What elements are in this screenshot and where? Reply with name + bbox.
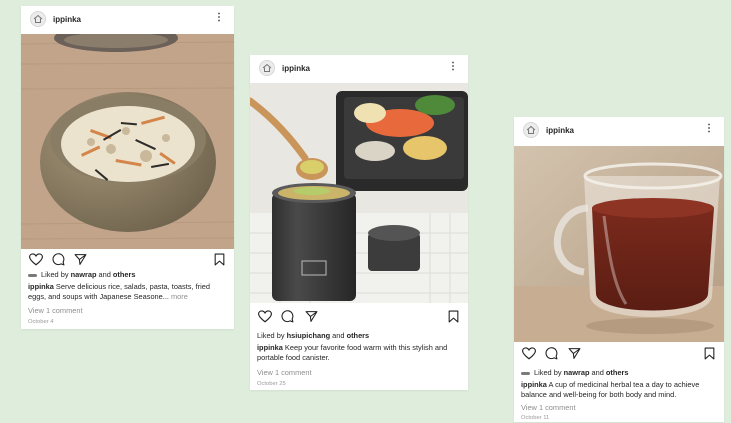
house-logo-icon [526, 125, 536, 134]
liked-user-link[interactable]: nawrap [71, 270, 97, 279]
likes-line: Liked by hsiupichang and others [257, 331, 462, 341]
bookmark-icon[interactable] [448, 310, 459, 323]
post-image[interactable] [514, 146, 724, 342]
post-image[interactable] [21, 34, 234, 249]
post-username[interactable]: ippinka [282, 64, 310, 73]
more-icon[interactable]: ⋮ [704, 122, 714, 136]
post-date: October 25 [257, 381, 286, 387]
post-date: October 4 [28, 319, 54, 325]
post-username[interactable]: ippinka [53, 15, 81, 24]
post-actions [514, 344, 724, 362]
caption-text: Keep your favorite food warm with this s… [257, 343, 448, 362]
avatar[interactable] [523, 122, 539, 138]
bookmark-icon[interactable] [214, 253, 225, 266]
avatar[interactable] [259, 60, 275, 76]
post-date: October 11 [521, 415, 550, 421]
post-actions [21, 250, 234, 268]
likes-line: Liked by nawrap and others [28, 270, 228, 280]
view-comments-link[interactable]: View 1 comment [521, 403, 718, 413]
more-icon[interactable]: ⋮ [448, 60, 458, 74]
liker-avatar-icon [28, 273, 37, 277]
caption-username[interactable]: ippinka [521, 380, 547, 389]
liked-prefix: Liked by [41, 270, 71, 279]
liked-prefix: Liked by [534, 368, 564, 377]
liked-mid: and [330, 331, 347, 340]
comment-icon[interactable] [545, 347, 558, 360]
caption: ippinka Serve delicious rice, salads, pa… [28, 282, 228, 301]
more-link[interactable]: more [169, 292, 188, 301]
house-logo-icon [262, 63, 272, 72]
heart-icon[interactable] [29, 253, 43, 266]
liked-user-link[interactable]: nawrap [564, 368, 590, 377]
post-username[interactable]: ippinka [546, 126, 574, 135]
heart-icon[interactable] [522, 347, 536, 360]
more-icon[interactable]: ⋮ [214, 11, 224, 25]
liked-mid: and [96, 270, 113, 279]
caption: ippinka Keep your favorite food warm wit… [257, 343, 462, 362]
liked-mid: and [589, 368, 606, 377]
house-logo-icon [33, 14, 43, 23]
post-header: ippinka ⋮ [514, 117, 724, 143]
post-card-2: ippinka ⋮ Liked by hsiupichang and other… [250, 55, 468, 390]
caption-text: A cup of medicinal herbal tea a day to a… [521, 380, 700, 399]
caption-username[interactable]: ippinka [257, 343, 283, 352]
share-icon[interactable] [74, 253, 87, 266]
comment-icon[interactable] [281, 310, 294, 323]
caption-username[interactable]: ippinka [28, 282, 54, 291]
liked-user-link[interactable]: hsiupichang [287, 331, 331, 340]
view-comments-link[interactable]: View 1 comment [257, 368, 462, 378]
comment-icon[interactable] [52, 253, 65, 266]
caption: ippinka A cup of medicinal herbal tea a … [521, 380, 718, 399]
liker-avatar-icon [521, 371, 530, 375]
avatar[interactable] [30, 11, 46, 27]
post-header: ippinka ⋮ [21, 6, 234, 32]
likes-line: Liked by nawrap and others [521, 368, 718, 378]
liked-prefix: Liked by [257, 331, 287, 340]
liked-others-link[interactable]: others [606, 368, 629, 377]
share-icon[interactable] [305, 310, 318, 323]
liked-others-link[interactable]: others [113, 270, 136, 279]
post-card-3: ippinka ⋮ Liked by nawrap and others ipp… [514, 117, 724, 422]
post-actions [250, 307, 468, 325]
post-card-1: ippinka ⋮ Liked by nawrap and others ipp… [21, 6, 234, 329]
liked-others-link[interactable]: others [347, 331, 370, 340]
view-comments-link[interactable]: View 1 comment [28, 306, 228, 316]
share-icon[interactable] [568, 347, 581, 360]
bookmark-icon[interactable] [704, 347, 715, 360]
post-header: ippinka ⋮ [250, 55, 468, 81]
heart-icon[interactable] [258, 310, 272, 323]
post-image[interactable] [250, 83, 468, 303]
